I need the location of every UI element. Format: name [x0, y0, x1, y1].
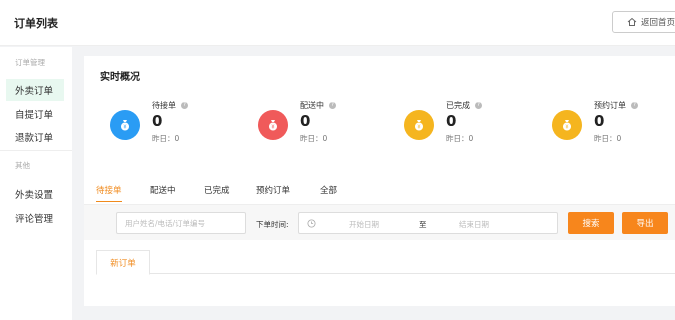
stat-value: 0: [152, 112, 163, 130]
search-button[interactable]: 搜索: [568, 212, 614, 234]
svg-text:¥: ¥: [565, 125, 568, 131]
sidebar: 订单管理 外卖订单 自提订单 退款订单 其他 外卖设置 评论管理: [0, 47, 72, 320]
order-time-label: 下单时间:: [256, 220, 289, 229]
stat-value: 0: [594, 112, 605, 130]
export-button[interactable]: 导出: [622, 212, 668, 234]
tab-new-orders[interactable]: 新订单: [96, 250, 150, 275]
svg-text:¥: ¥: [417, 125, 420, 131]
sidebar-item-takeout-settings[interactable]: 外卖设置: [6, 183, 64, 205]
main-card: 实时概况 ¥ 待接单? 0 昨日：0 ¥ 配送中? 0 昨日：0 ¥ 已完成? …: [84, 56, 675, 306]
svg-text:¥: ¥: [271, 125, 274, 131]
sidebar-item-takeout-orders[interactable]: 外卖订单: [6, 79, 64, 101]
stat-label: 已完成?: [446, 100, 482, 111]
sidebar-group-orders-title: 订单管理: [15, 58, 45, 67]
tab-delivering[interactable]: 配送中: [150, 184, 176, 202]
sidebar-item-pickup-orders[interactable]: 自提订单: [6, 103, 64, 125]
stat-yesterday: 昨日：0: [594, 134, 622, 143]
money-bag-icon: ¥: [110, 110, 140, 140]
stat-value: 0: [446, 112, 457, 130]
tab-all[interactable]: 全部: [320, 184, 337, 202]
date-range-picker[interactable]: 开始日期 至 结束日期: [298, 212, 558, 234]
subtab-row: 新订单: [96, 250, 675, 275]
money-bag-icon: ¥: [258, 110, 288, 140]
stat-label: 预约订单?: [594, 100, 638, 111]
filter-bar: 用户姓名/电话/订单编号 下单时间: 开始日期 至 结束日期 搜索 导出: [84, 204, 675, 240]
top-bar: 订单列表 返回首页: [0, 0, 675, 46]
back-home-label: 返回首页: [641, 18, 675, 28]
help-icon[interactable]: ?: [475, 102, 482, 109]
stat-value: 0: [300, 112, 311, 130]
clock-icon: [307, 219, 316, 228]
sidebar-item-comment-management[interactable]: 评论管理: [6, 207, 64, 229]
help-icon[interactable]: ?: [329, 102, 336, 109]
money-bag-icon: ¥: [552, 110, 582, 140]
back-home-button[interactable]: 返回首页: [612, 11, 675, 33]
overview-title: 实时概况: [100, 72, 140, 83]
end-date-input[interactable]: 结束日期: [459, 219, 489, 230]
help-icon[interactable]: ?: [181, 102, 188, 109]
tab-pending[interactable]: 待接单: [96, 184, 122, 202]
stat-reserved: ¥ 预约订单? 0 昨日：0: [552, 100, 675, 150]
stat-completed: ¥ 已完成? 0 昨日：0: [404, 100, 544, 150]
help-icon[interactable]: ?: [631, 102, 638, 109]
page-title: 订单列表: [14, 17, 58, 30]
stat-yesterday: 昨日：0: [446, 134, 474, 143]
stat-label: 配送中?: [300, 100, 336, 111]
sidebar-group-other-title: 其他: [15, 161, 30, 170]
tab-completed[interactable]: 已完成: [204, 184, 230, 202]
date-range-separator: 至: [419, 220, 427, 229]
svg-text:¥: ¥: [123, 125, 126, 131]
stat-yesterday: 昨日：0: [300, 134, 328, 143]
search-input[interactable]: 用户姓名/电话/订单编号: [116, 212, 246, 234]
money-bag-icon: ¥: [404, 110, 434, 140]
home-icon: [627, 17, 637, 26]
start-date-input[interactable]: 开始日期: [349, 219, 379, 230]
stat-yesterday: 昨日：0: [152, 134, 180, 143]
sidebar-item-refund-orders[interactable]: 退款订单: [6, 126, 64, 148]
stat-pending: ¥ 待接单? 0 昨日：0: [110, 100, 250, 150]
tab-reserved[interactable]: 预约订单: [256, 184, 290, 202]
stat-label: 待接单?: [152, 100, 188, 111]
sidebar-divider: [0, 150, 72, 151]
order-status-tabs: 待接单 配送中 已完成 预约订单 全部: [84, 184, 675, 204]
stat-delivering: ¥ 配送中? 0 昨日：0: [258, 100, 398, 150]
